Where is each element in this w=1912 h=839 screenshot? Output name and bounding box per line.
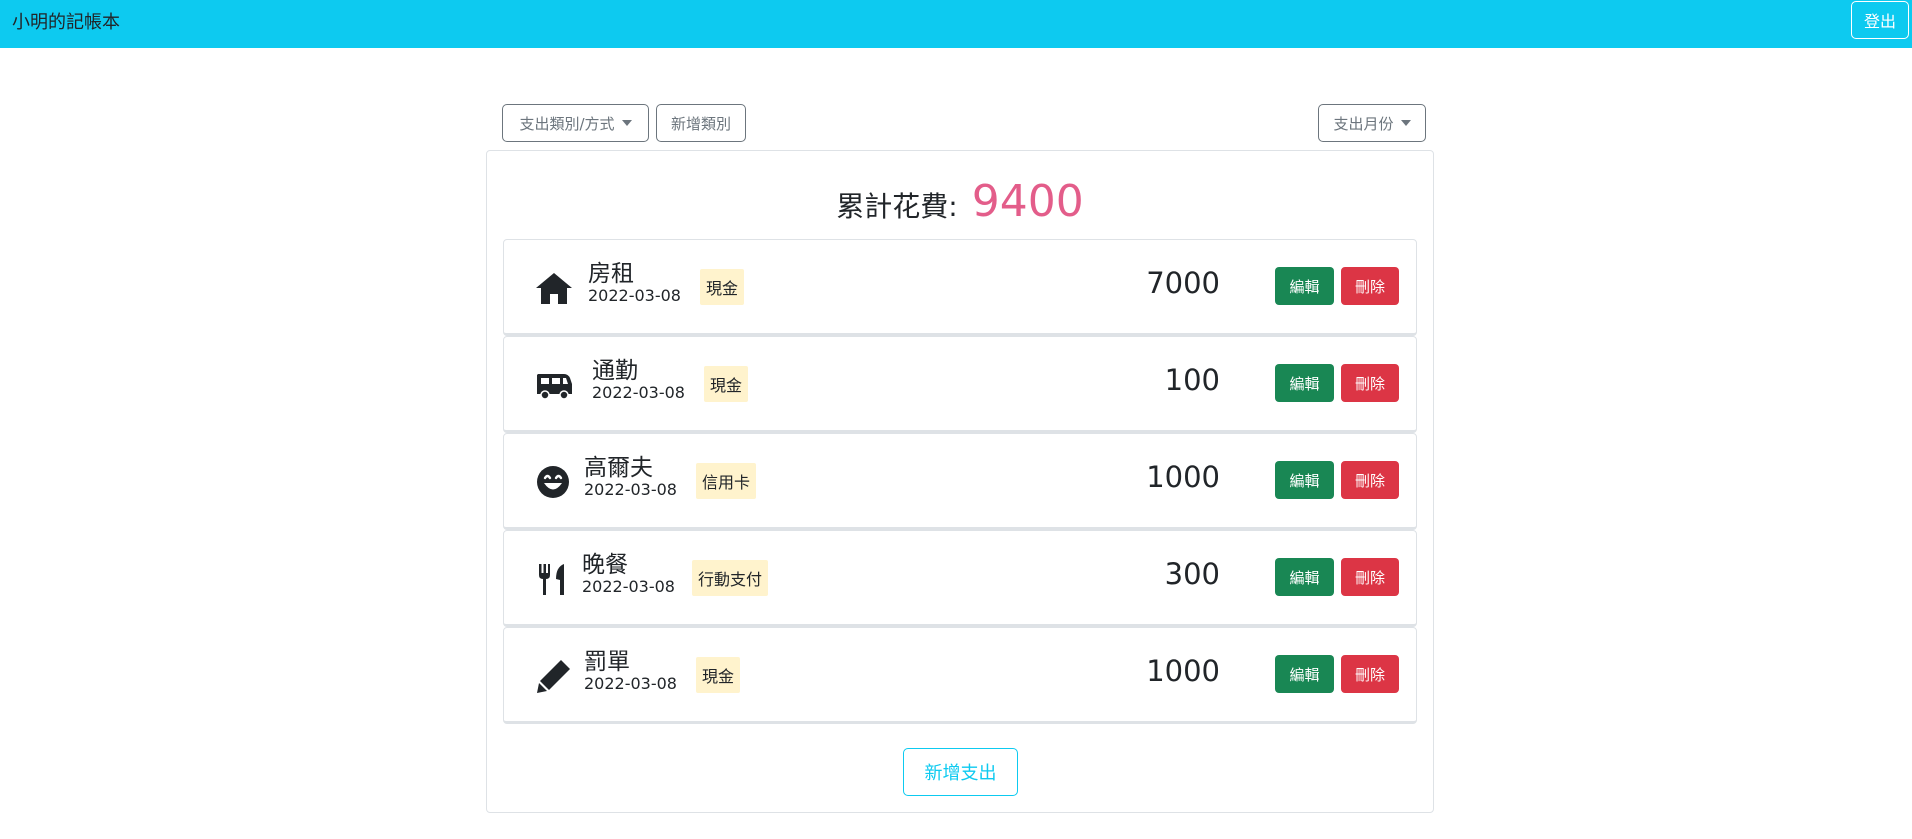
expense-row: 高爾夫 2022-03-08 信用卡 1000 編輯 刪除 bbox=[503, 433, 1417, 530]
expense-date: 2022-03-08 bbox=[588, 286, 681, 305]
utensils-icon bbox=[534, 559, 574, 599]
expense-date: 2022-03-08 bbox=[592, 383, 685, 402]
expense-name: 晚餐 bbox=[582, 552, 628, 578]
pencil-icon bbox=[534, 656, 574, 696]
expense-date: 2022-03-08 bbox=[584, 480, 677, 499]
caret-down-icon bbox=[1400, 120, 1411, 126]
expense-amount: 300 bbox=[1164, 557, 1220, 591]
edit-button[interactable]: 編輯 bbox=[1275, 364, 1334, 402]
delete-button[interactable]: 刪除 bbox=[1341, 267, 1399, 305]
payment-badge: 信用卡 bbox=[696, 463, 757, 499]
expense-amount: 100 bbox=[1164, 363, 1220, 397]
house-icon bbox=[534, 268, 574, 308]
total-summary: 累計花費: 9400 bbox=[487, 176, 1433, 227]
month-dropdown[interactable]: 支出月份 bbox=[1318, 104, 1426, 142]
logout-button[interactable]: 登出 bbox=[1851, 1, 1909, 39]
delete-button[interactable]: 刪除 bbox=[1341, 558, 1399, 596]
add-category-button[interactable]: 新增類別 bbox=[656, 104, 746, 142]
expense-row: 晚餐 2022-03-08 行動支付 300 編輯 刪除 bbox=[503, 530, 1417, 627]
top-navbar: 小明的記帳本 登出 bbox=[0, 0, 1912, 48]
expense-amount: 1000 bbox=[1146, 460, 1220, 494]
expense-date: 2022-03-08 bbox=[582, 577, 675, 596]
van-icon bbox=[534, 365, 574, 405]
expense-amount: 7000 bbox=[1146, 266, 1220, 300]
expense-card: 累計花費: 9400 房租 2022-03-08 現金 7000 編輯 刪除 通… bbox=[486, 150, 1434, 813]
add-expense-button[interactable]: 新增支出 bbox=[903, 748, 1018, 796]
caret-down-icon bbox=[621, 120, 632, 126]
edit-button[interactable]: 編輯 bbox=[1275, 267, 1334, 305]
payment-badge: 行動支付 bbox=[692, 560, 769, 596]
payment-badge: 現金 bbox=[700, 269, 745, 305]
category-dropdown[interactable]: 支出類別/方式 bbox=[502, 104, 649, 142]
expense-name: 房租 bbox=[588, 261, 634, 287]
total-label: 累計花費: bbox=[836, 190, 958, 223]
category-dropdown-label: 支出類別/方式 bbox=[519, 114, 615, 133]
edit-button[interactable]: 編輯 bbox=[1275, 655, 1334, 693]
expense-list: 房租 2022-03-08 現金 7000 編輯 刪除 通勤 2022-03-0… bbox=[503, 239, 1417, 724]
expense-name: 通勤 bbox=[592, 358, 638, 384]
edit-button[interactable]: 編輯 bbox=[1275, 558, 1334, 596]
expense-amount: 1000 bbox=[1146, 654, 1220, 688]
payment-badge: 現金 bbox=[704, 366, 749, 402]
smile-icon bbox=[534, 462, 574, 502]
expense-row: 通勤 2022-03-08 現金 100 編輯 刪除 bbox=[503, 336, 1417, 433]
app-title: 小明的記帳本 bbox=[12, 12, 120, 33]
expense-date: 2022-03-08 bbox=[584, 674, 677, 693]
month-dropdown-label: 支出月份 bbox=[1333, 114, 1394, 133]
expense-name: 高爾夫 bbox=[584, 455, 653, 481]
expense-row: 房租 2022-03-08 現金 7000 編輯 刪除 bbox=[503, 239, 1417, 336]
delete-button[interactable]: 刪除 bbox=[1341, 364, 1399, 402]
delete-button[interactable]: 刪除 bbox=[1341, 461, 1399, 499]
edit-button[interactable]: 編輯 bbox=[1275, 461, 1334, 499]
expense-row: 罰單 2022-03-08 現金 1000 編輯 刪除 bbox=[503, 627, 1417, 724]
payment-badge: 現金 bbox=[696, 657, 741, 693]
delete-button[interactable]: 刪除 bbox=[1341, 655, 1399, 693]
expense-name: 罰單 bbox=[584, 649, 630, 675]
total-value: 9400 bbox=[971, 176, 1084, 227]
